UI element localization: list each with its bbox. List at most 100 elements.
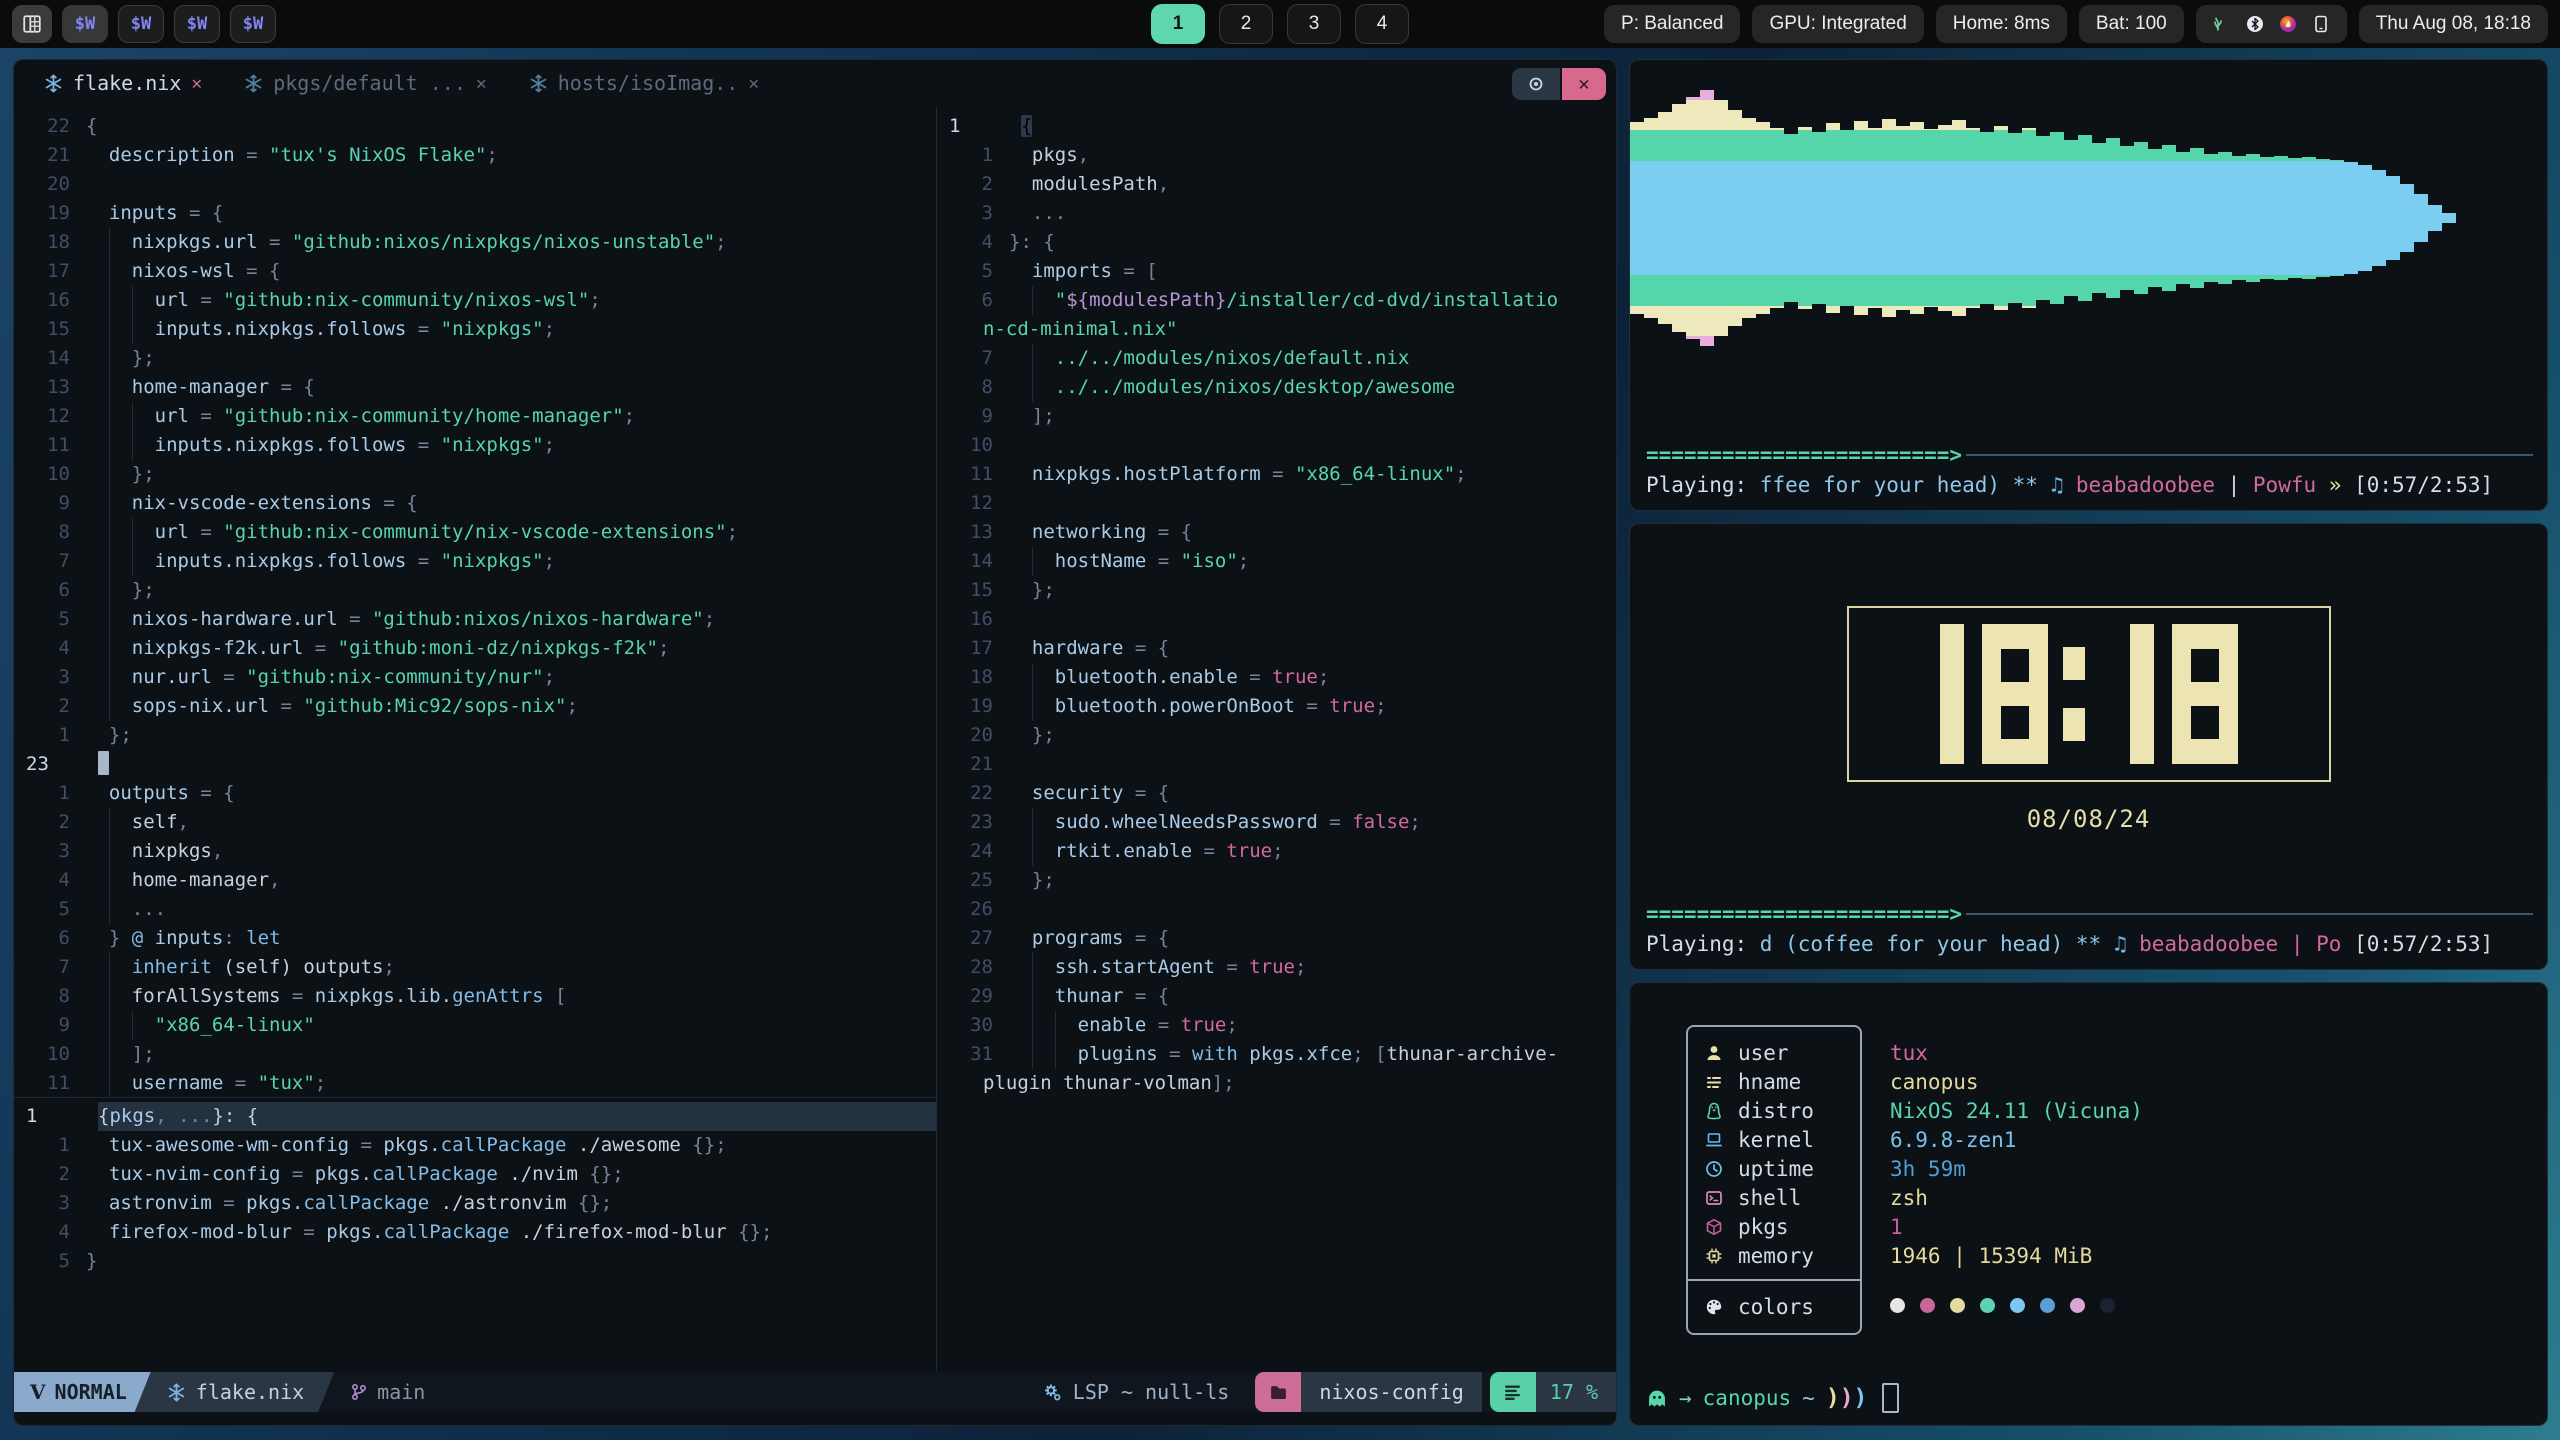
indent-guide <box>86 315 109 344</box>
token: imports <box>1032 260 1112 282</box>
pane-flake-nix[interactable]: 22{21 description = "tux's NixOS Flake";… <box>14 107 936 1097</box>
line-number: 27 <box>937 924 1009 953</box>
color-dot <box>1920 1298 1935 1313</box>
code-text: bluetooth.powerOnBoot = true; <box>1009 692 1616 721</box>
token: "x86_64-linux" <box>1295 463 1455 485</box>
token: ... <box>1032 202 1066 224</box>
clock-icon <box>1705 1160 1723 1178</box>
tab-label: pkgs/default ... <box>273 69 466 98</box>
phone-icon[interactable] <box>2312 15 2330 33</box>
progress-bar: ========================> <box>1646 440 1962 470</box>
fetch-value-hname: canopus <box>1890 1067 2143 1096</box>
code-text: inherit (self) outputs; <box>86 953 936 982</box>
user-icon <box>1705 1044 1723 1062</box>
indent-guide <box>86 634 109 663</box>
indent-guide <box>86 141 109 170</box>
code-line: 4}: { <box>937 228 1616 257</box>
code-text: }; <box>1009 866 1616 895</box>
media-icon[interactable] <box>2279 15 2297 33</box>
token: ; <box>486 144 497 166</box>
token: ./firefox-mod-blur <box>509 1221 738 1243</box>
system-tray <box>2196 5 2347 43</box>
indent-guide <box>1032 953 1055 982</box>
token: ]; <box>1032 405 1055 427</box>
code-line: 3 nixpkgs, <box>14 837 936 866</box>
tag-2[interactable]: 2 <box>1219 4 1273 44</box>
workspace-button-3[interactable]: $W <box>174 5 220 43</box>
bluetooth-icon[interactable] <box>2246 15 2264 33</box>
code-text: url = "github:nix-community/nixos-wsl"; <box>86 286 936 315</box>
fetch-terminal[interactable]: userhnamedistrokerneluptimeshellpkgsmemo… <box>1629 982 2548 1426</box>
token: ; <box>1455 463 1466 485</box>
pane-pkgs-default[interactable]: 1{pkgs, ...}: {1 tux-awesome-wm-config =… <box>14 1098 936 1372</box>
indent-guide <box>1009 837 1032 866</box>
vim-icon: V <box>30 1378 46 1407</box>
window-toggle-button[interactable] <box>1512 68 1560 100</box>
nix-snowflake-icon <box>244 74 263 93</box>
code-text: bluetooth.enable = true; <box>1009 663 1616 692</box>
token: inputs.nixpkgs.follows <box>155 550 407 572</box>
code-text: nur.url = "github:nix-community/nur"; <box>86 663 936 692</box>
code-line: 7 ../../modules/nixos/default.nix <box>937 344 1616 373</box>
shell-prompt[interactable]: → canopus ~ ))) <box>1646 1383 1899 1413</box>
code-text: "x86_64-linux" <box>86 1011 936 1040</box>
code-line: 1 pkgs, <box>937 141 1616 170</box>
clock-digit-1 <box>1940 624 1964 764</box>
indent-guide <box>1032 663 1055 692</box>
tab-close-icon[interactable]: ✕ <box>476 69 487 98</box>
code-line: 13 home-manager = { <box>14 373 936 402</box>
token: ; <box>704 608 715 630</box>
token: rtkit.enable <box>1055 840 1192 862</box>
token: } <box>86 1250 97 1272</box>
tab-close-icon[interactable]: ✕ <box>191 69 202 98</box>
token: }; <box>132 463 155 485</box>
window-controls: ✕ <box>1512 68 1606 100</box>
code-line: 1{pkgs, ...}: { <box>14 1102 936 1131</box>
window-close-button[interactable]: ✕ <box>1562 68 1606 100</box>
line-number: 2 <box>937 170 1009 199</box>
line-number: 14 <box>14 344 86 373</box>
palette-icon <box>1705 1298 1723 1316</box>
tab-1[interactable]: flake.nix✕ <box>44 69 202 98</box>
token: = { <box>269 376 315 398</box>
token: ; <box>383 956 394 978</box>
token: : <box>223 927 246 949</box>
pane-iso-image[interactable]: 1{1 pkgs,2 modulesPath,3 ...4}: {5 impor… <box>937 107 1616 1372</box>
network-icon[interactable] <box>2213 15 2231 33</box>
workspace-button-2[interactable]: $W <box>118 5 164 43</box>
token: ; <box>1295 956 1306 978</box>
clock-terminal[interactable]: 08/08/24 ========================> Playi… <box>1629 523 2548 970</box>
token: = <box>1295 695 1329 717</box>
token: outputs <box>303 956 383 978</box>
code-text: home-manager, <box>86 866 936 895</box>
token: ; <box>624 405 635 427</box>
visualizer-terminal[interactable]: ========================> Playing: ffee … <box>1629 59 2548 511</box>
workspace-button-4[interactable]: $W <box>230 5 276 43</box>
launcher-button[interactable] <box>12 5 52 43</box>
tab-close-icon[interactable]: ✕ <box>748 69 759 98</box>
code-text: outputs = { <box>86 779 936 808</box>
tag-3[interactable]: 3 <box>1287 4 1341 44</box>
now-playing-segment: | <box>2278 932 2316 956</box>
tag-4[interactable]: 4 <box>1355 4 1409 44</box>
editor-window[interactable]: flake.nix✕pkgs/default ...✕hosts/isoImag… <box>13 59 1617 1426</box>
tab-3[interactable]: hosts/isoImag..✕ <box>529 69 759 98</box>
token: bluetooth.powerOnBoot <box>1055 695 1295 717</box>
grid-icon <box>22 14 42 34</box>
workspace-button-1[interactable]: $W <box>62 5 108 43</box>
workspace-list: $W $W $W $W <box>62 5 276 43</box>
token: tux-nvim-config <box>109 1163 281 1185</box>
code-line: 5 ... <box>14 895 936 924</box>
datetime-pill: Thu Aug 08, 18:18 <box>2359 5 2548 43</box>
code-text: description = "tux's NixOS Flake"; <box>86 141 936 170</box>
color-dot <box>1890 1298 1905 1313</box>
code-text <box>86 170 936 199</box>
indent-guide <box>86 605 109 634</box>
tab-2[interactable]: pkgs/default ... ✕ <box>244 69 487 98</box>
tag-1[interactable]: 1 <box>1151 4 1205 44</box>
token: ; <box>544 550 555 572</box>
line-number: 21 <box>937 750 1009 779</box>
code-line: 6 "${modulesPath}/installer/cd-dvd/insta… <box>937 286 1616 315</box>
token: ; <box>1375 695 1386 717</box>
code-text: sudo.wheelNeedsPassword = false; <box>1009 808 1616 837</box>
